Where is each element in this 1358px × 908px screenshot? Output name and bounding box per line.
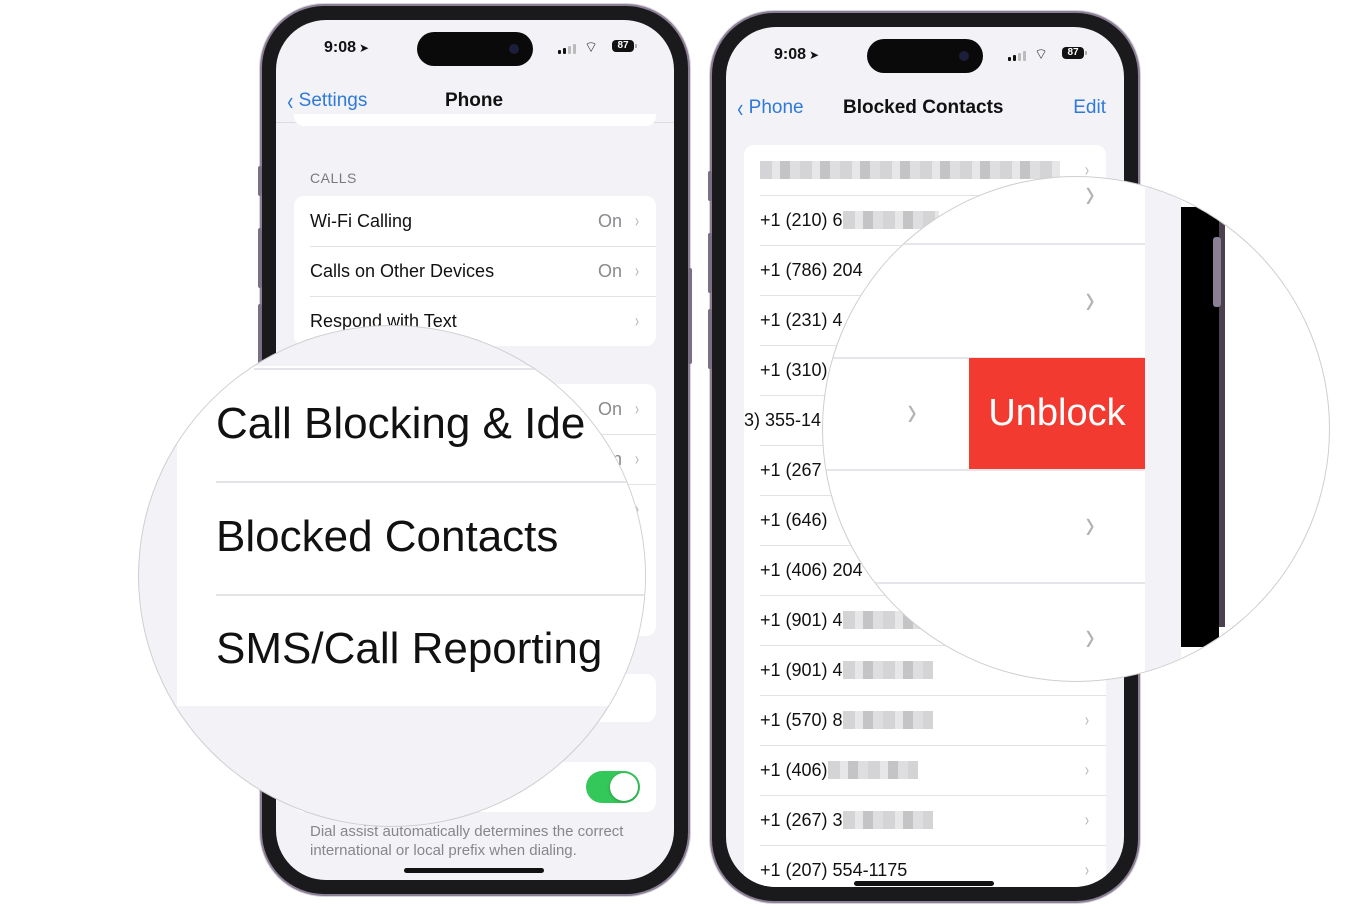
- chevron-right-icon: ›: [1084, 759, 1090, 780]
- power-button: [1213, 237, 1221, 307]
- volume-down-button: [708, 309, 712, 369]
- cellular-signal-icon: [1008, 51, 1026, 61]
- divider: [823, 582, 1145, 584]
- chevron-right-icon: ›: [634, 260, 640, 281]
- edit-button[interactable]: Edit: [1073, 97, 1106, 119]
- navigation-bar: ‹ Phone Blocked Contacts Edit: [726, 89, 1124, 129]
- chevron-right-icon: ›: [634, 310, 640, 331]
- battery-icon: 87: [1062, 47, 1087, 59]
- volume-up-button: [258, 228, 262, 288]
- dial-assist-note: Dial assist automatically determines the…: [310, 823, 624, 859]
- chevron-right-icon: ›: [1085, 612, 1095, 659]
- page-title: Phone: [445, 90, 504, 111]
- power-button: [688, 268, 692, 364]
- action-button: [258, 166, 262, 196]
- contact-row[interactable]: +1 (406) ›: [744, 745, 1106, 795]
- camera-icon: [509, 44, 519, 54]
- home-indicator: [404, 868, 544, 873]
- battery-icon: 87: [612, 40, 637, 52]
- screen-edge: [1145, 177, 1181, 681]
- location-arrow-icon: ➤: [809, 48, 820, 62]
- chevron-right-icon: ›: [1085, 176, 1095, 216]
- camera-icon: [959, 51, 969, 61]
- chevron-right-icon: ›: [634, 210, 640, 231]
- location-arrow-icon: ➤: [359, 41, 370, 55]
- status-bar: 9:08 ➤ ⌔ 87: [276, 20, 674, 70]
- status-time: 9:08 ➤: [774, 46, 820, 63]
- blocked-contacts-item[interactable]: Blocked Contacts: [216, 512, 558, 562]
- divider: [823, 243, 1145, 245]
- sms-call-reporting-item[interactable]: SMS/Call Reporting: [216, 624, 602, 674]
- calls-group: Wi-Fi Calling On › Calls on Other Device…: [294, 196, 656, 346]
- chevron-right-icon: ›: [907, 387, 917, 434]
- wifi-icon: ⌔: [1034, 46, 1049, 63]
- chevron-right-icon: ›: [1084, 809, 1090, 830]
- home-indicator: [854, 881, 994, 886]
- contact-row[interactable]: +1 (570) 8 ›: [744, 695, 1106, 745]
- page-title: Blocked Contacts: [843, 97, 1004, 118]
- redacted-text: [842, 811, 933, 829]
- redacted-text: [842, 711, 933, 729]
- calls-on-other-devices-row[interactable]: Calls on Other Devices On ›: [294, 246, 656, 296]
- chevron-right-icon: ›: [1084, 859, 1090, 880]
- dynamic-island: [867, 39, 983, 73]
- cellular-signal-icon: [558, 44, 576, 54]
- back-button[interactable]: ‹ Settings: [286, 86, 367, 116]
- divider: [823, 469, 1145, 471]
- redacted-text: [842, 661, 933, 679]
- volume-down-button: [258, 304, 262, 364]
- chevron-left-icon: ‹: [737, 93, 744, 123]
- magnifier-right: › › › Unblock › ›: [822, 176, 1330, 682]
- chevron-left-icon: ‹: [287, 86, 294, 116]
- dynamic-island: [417, 32, 533, 66]
- chevron-right-icon: ›: [1084, 709, 1090, 730]
- volume-up-button: [708, 233, 712, 293]
- action-button: [708, 171, 712, 201]
- back-button[interactable]: ‹ Phone: [736, 93, 803, 123]
- dial-assist-toggle[interactable]: [586, 771, 640, 803]
- chevron-right-icon: ›: [1085, 500, 1095, 547]
- divider: [216, 594, 645, 596]
- unblock-button[interactable]: Unblock: [969, 358, 1145, 469]
- contact-row[interactable]: +1 (267) 3 ›: [744, 795, 1106, 845]
- redacted-text: [760, 161, 1060, 179]
- status-bar: 9:08 ➤ ⌔ 87: [726, 27, 1124, 77]
- previous-group-bottom: [294, 114, 656, 126]
- wifi-calling-row[interactable]: Wi-Fi Calling On ›: [294, 196, 656, 246]
- chevron-right-icon: ›: [1085, 275, 1095, 322]
- calls-section-label: CALLS: [310, 170, 357, 186]
- status-time: 9:08 ➤: [324, 39, 370, 56]
- wifi-icon: ⌔: [584, 39, 599, 56]
- redacted-text: [827, 761, 918, 779]
- call-blocking-identification-item[interactable]: Call Blocking & Ide: [216, 399, 585, 449]
- magnifier-left: Call Blocking & Ide Blocked Contacts SMS…: [138, 325, 646, 827]
- divider: [216, 481, 645, 483]
